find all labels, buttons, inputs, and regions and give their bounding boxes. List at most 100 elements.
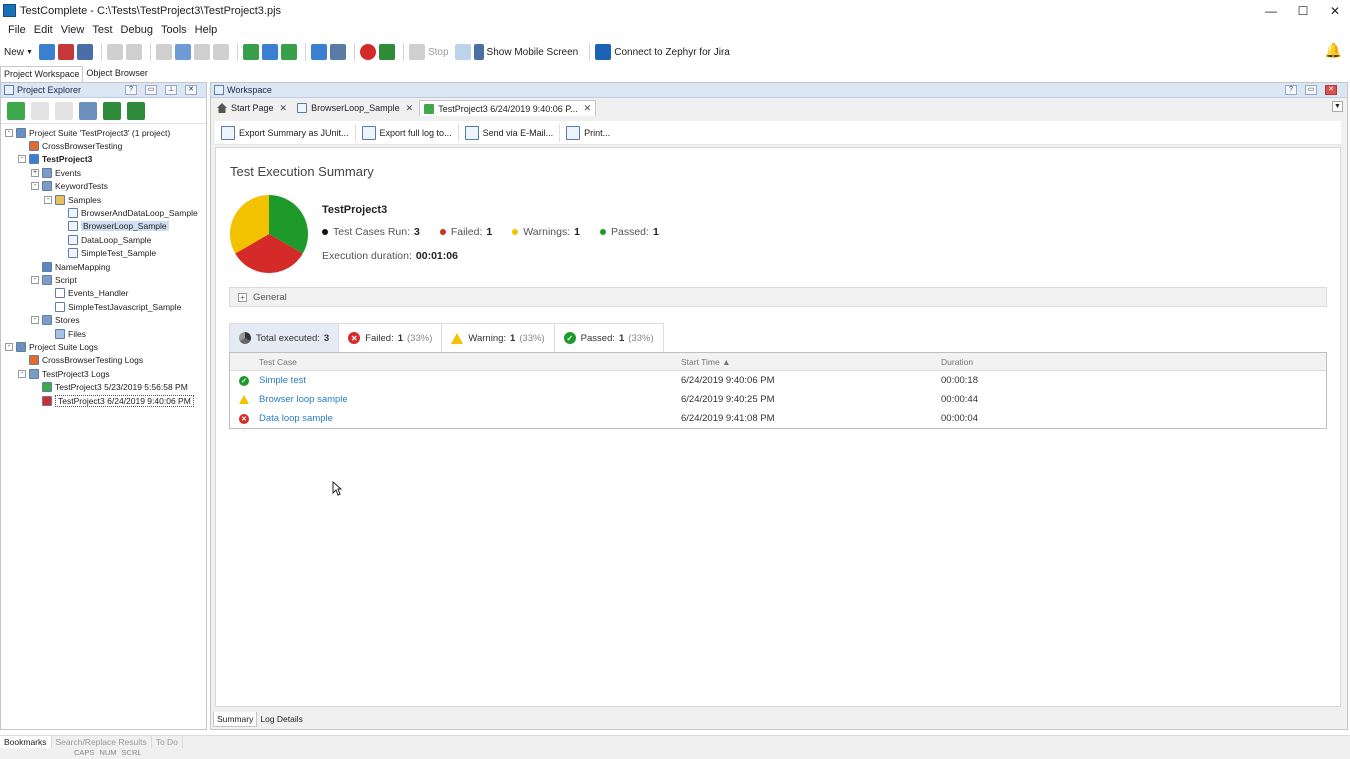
run-selected-icon[interactable] [127, 101, 145, 120]
collapse-icon[interactable]: - [31, 182, 39, 191]
tree-item[interactable]: Files [1, 327, 206, 340]
minimize-button[interactable]: — [1254, 0, 1288, 21]
screen-icon[interactable] [310, 44, 327, 60]
close-tab-icon[interactable]: ✕ [584, 103, 592, 114]
tab-start-page[interactable]: Start Page ✕ [213, 100, 291, 116]
table-row[interactable]: ✕ Data loop sample 6/24/2019 9:41:08 PM … [230, 409, 1326, 428]
add-existing-item-icon[interactable] [31, 101, 49, 120]
stop-button[interactable]: Stop [408, 42, 449, 62]
column-test-case[interactable]: Test Case [259, 357, 297, 367]
menu-edit[interactable]: Edit [34, 24, 53, 36]
menu-test[interactable]: Test [92, 24, 112, 36]
save-icon[interactable] [76, 44, 93, 60]
menu-view[interactable]: View [61, 24, 85, 36]
add-item-icon[interactable] [242, 44, 259, 60]
tree-item[interactable]: TestProject3 5/23/2019 5:56:58 PM [1, 380, 206, 393]
remove-item-icon[interactable] [55, 101, 73, 120]
collapse-icon[interactable]: - [5, 342, 13, 351]
column-duration[interactable]: Duration [941, 357, 973, 367]
close-button[interactable]: ✕ [1318, 0, 1350, 21]
tree-item[interactable]: + Events [1, 166, 206, 179]
tree-item[interactable]: - Samples [1, 193, 206, 206]
delete-icon[interactable] [212, 44, 229, 60]
test-case-link[interactable]: Simple test [259, 375, 306, 386]
properties-icon[interactable] [79, 101, 97, 120]
tab-project-workspace[interactable]: Project Workspace [0, 66, 84, 82]
pin-icon[interactable]: ⊥ [165, 85, 177, 95]
collapse-icon[interactable]: - [31, 316, 39, 325]
close-tab-icon[interactable]: ✕ [406, 103, 414, 114]
collapse-icon[interactable]: - [5, 128, 13, 137]
collapse-icon[interactable]: - [18, 155, 26, 164]
tab-browserloop-sample[interactable]: BrowserLoop_Sample ✕ [293, 100, 417, 116]
collapse-icon[interactable]: - [31, 275, 39, 284]
restore-icon[interactable]: ▭ [1305, 85, 1317, 95]
tree-item[interactable]: Events_Handler [1, 287, 206, 300]
column-start-time[interactable]: Start Time ▲ [681, 357, 731, 367]
menu-tools[interactable]: Tools [161, 24, 187, 36]
tree-item[interactable]: - Stores [1, 313, 206, 326]
tab-log-details[interactable]: Log Details [257, 712, 306, 727]
tab-object-browser[interactable]: Object Browser [83, 66, 151, 82]
show-mobile-screen-button[interactable]: Show Mobile Screen [473, 42, 578, 62]
new-button[interactable]: New ▼ [4, 42, 33, 62]
table-row[interactable]: ✓ Simple test 6/24/2019 9:40:06 PM 00:00… [230, 371, 1326, 390]
close-panel-icon[interactable]: ✕ [185, 85, 197, 95]
close-tab-icon[interactable]: ✕ [280, 103, 288, 114]
check-icon[interactable] [280, 44, 297, 60]
tree-item[interactable]: - Script [1, 273, 206, 286]
tree-item[interactable]: SimpleTest_Sample [1, 247, 206, 260]
undo-icon[interactable] [106, 44, 123, 60]
run-icon[interactable] [378, 44, 395, 60]
cut-icon[interactable] [155, 44, 172, 60]
filter-total-executed[interactable]: Total executed: 3 [229, 323, 340, 352]
print-button[interactable]: Print... [560, 124, 616, 142]
help-icon[interactable]: ? [1285, 85, 1297, 95]
debug-icon[interactable] [454, 44, 471, 60]
tree-item[interactable]: - Project Suite Logs [1, 340, 206, 353]
tree-item[interactable]: DataLoop_Sample [1, 233, 206, 246]
table-row[interactable]: Browser loop sample 6/24/2019 9:40:25 PM… [230, 390, 1326, 409]
close-project-icon[interactable] [57, 44, 74, 60]
tree-item[interactable]: SimpleTestJavascript_Sample [1, 300, 206, 313]
notification-bell-icon[interactable]: 🔔 [1325, 42, 1342, 59]
tab-to-do[interactable]: To Do [152, 736, 183, 748]
export-junit-button[interactable]: Export Summary as JUnit... [215, 123, 356, 142]
tab-bookmarks[interactable]: Bookmarks [0, 736, 52, 748]
tree-item[interactable]: BrowserLoop_Sample [1, 220, 206, 233]
run-project-icon[interactable] [103, 101, 121, 120]
copy-icon[interactable] [174, 44, 191, 60]
tab-test-log[interactable]: TestProject3 6/24/2019 9:40:06 P... ✕ [419, 100, 597, 116]
tree-item[interactable]: - KeywordTests [1, 180, 206, 193]
tree-item[interactable]: CrossBrowserTesting Logs [1, 354, 206, 367]
tree-item[interactable]: BrowserAndDataLoop_Sample [1, 206, 206, 219]
settings-icon[interactable] [329, 44, 346, 60]
menu-debug[interactable]: Debug [121, 24, 153, 36]
tree-item[interactable]: - TestProject3 Logs [1, 367, 206, 380]
filter-passed[interactable]: ✓ Passed: 1 (33%) [553, 323, 664, 352]
help-icon[interactable]: ? [125, 85, 137, 95]
tab-summary[interactable]: Summary [213, 712, 258, 727]
collapse-icon[interactable]: - [44, 195, 52, 204]
tab-search-replace-results[interactable]: Search/Replace Results [52, 736, 152, 748]
add-new-item-icon[interactable] [7, 101, 25, 120]
open-icon[interactable] [38, 44, 55, 60]
menu-file[interactable]: File [8, 24, 26, 36]
redo-icon[interactable] [125, 44, 142, 60]
tree-item[interactable]: TestProject3 6/24/2019 9:40:06 PM [1, 394, 206, 407]
restore-icon[interactable]: ▭ [145, 85, 157, 95]
tree-item[interactable]: - Project Suite 'TestProject3' (1 project… [1, 126, 206, 139]
paste-icon[interactable] [193, 44, 210, 60]
add-existing-icon[interactable] [261, 44, 278, 60]
test-case-link[interactable]: Data loop sample [259, 413, 333, 424]
connect-zephyr-button[interactable]: Connect to Zephyr for Jira [595, 42, 730, 62]
test-case-link[interactable]: Browser loop sample [259, 394, 348, 405]
filter-failed[interactable]: ✕ Failed: 1 (33%) [338, 323, 443, 352]
send-email-button[interactable]: Send via E-Mail... [459, 123, 561, 142]
chevron-down-icon[interactable]: ▼ [1332, 101, 1343, 112]
collapse-icon[interactable]: - [18, 369, 26, 378]
tree-item[interactable]: NameMapping [1, 260, 206, 273]
record-icon[interactable] [359, 44, 376, 60]
tree-item[interactable]: CrossBrowserTesting [1, 139, 206, 152]
tree-item[interactable]: - TestProject3 [1, 153, 206, 166]
